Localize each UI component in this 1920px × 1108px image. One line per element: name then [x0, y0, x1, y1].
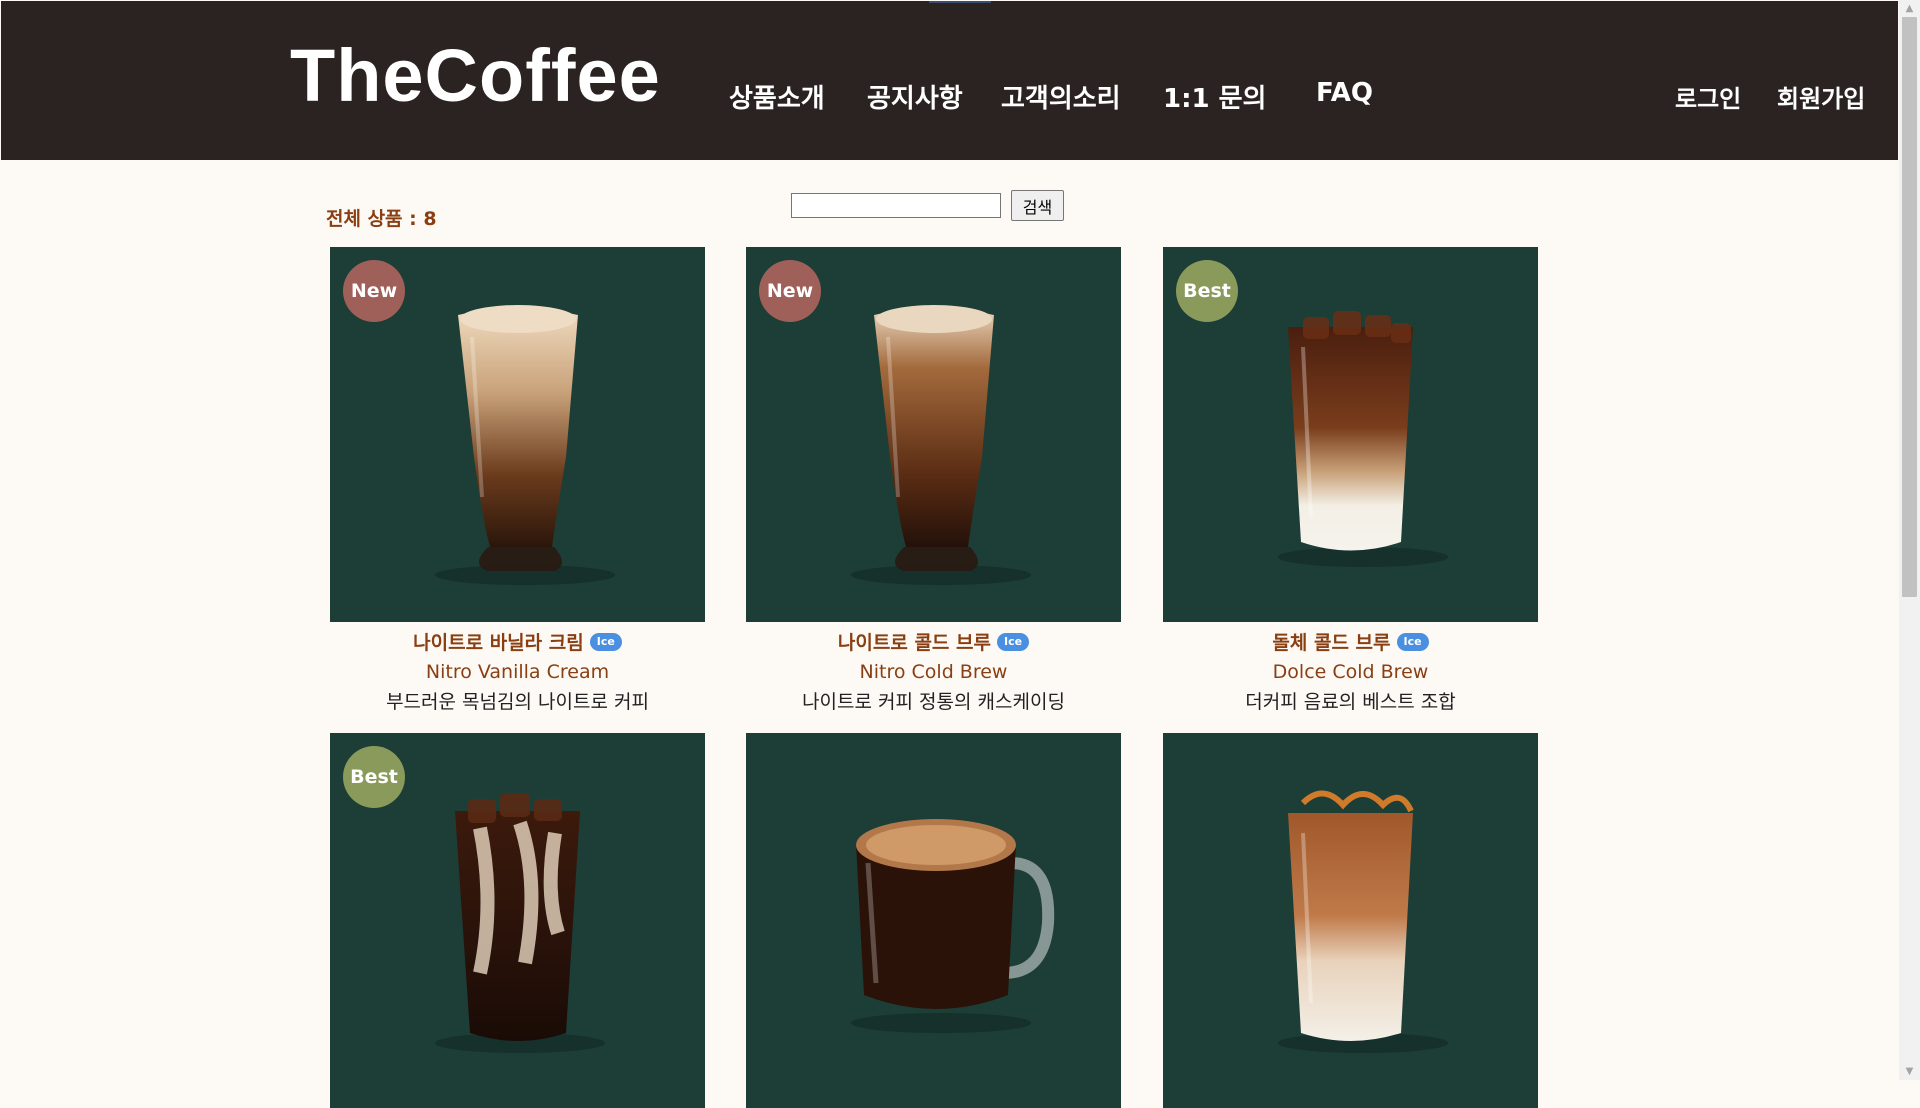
hot-coffee-mug-illustration [851, 819, 1055, 1033]
nav-inquiry[interactable]: 1:1 문의 [1163, 78, 1266, 115]
iced-caramel-latte-illustration [1278, 790, 1448, 1053]
product-image[interactable]: Best [1163, 247, 1538, 622]
product-name-text: 나이트로 콜드 브루 [837, 632, 991, 654]
header-accent-line [929, 1, 991, 3]
ice-tag: Ice [1396, 632, 1429, 651]
login-link[interactable]: 로그인 [1675, 79, 1741, 114]
product-card[interactable] [1163, 733, 1538, 1108]
vertical-scrollbar[interactable]: ▲ ▼ [1899, 0, 1920, 1080]
nav-faq[interactable]: FAQ [1316, 78, 1373, 108]
nav-notice[interactable]: 공지사항 [867, 78, 963, 115]
nav-products[interactable]: 상품소개 [729, 78, 825, 115]
best-badge: Best [1176, 260, 1238, 322]
product-english-name: Nitro Vanilla Cream [425, 661, 610, 683]
site-header: TheCoffee 상품소개 공지사항 고객의소리 1:1 문의 FAQ 로그인… [1, 1, 1898, 160]
scroll-up-arrow-icon[interactable]: ▲ [1899, 0, 1920, 17]
total-products-label: 전체 상품 : 8 [326, 208, 437, 230]
product-card[interactable]: Best [330, 733, 705, 1108]
product-description: 더커피 음료의 베스트 조합 [1245, 691, 1456, 713]
product-image[interactable] [1163, 733, 1538, 1108]
product-image[interactable]: New [746, 247, 1121, 622]
search-button[interactable]: 검색 [1011, 190, 1064, 221]
product-name-text: 나이트로 바닐라 크림 [413, 632, 584, 654]
product-english-name: Dolce Cold Brew [1272, 661, 1429, 683]
product-name-text: 돌체 콜드 브루 [1272, 632, 1391, 654]
product-description: 나이트로 커피 정통의 캐스케이딩 [802, 691, 1065, 713]
product-card[interactable]: New 나이트로 콜드 브루 Ice Nitro Cold Brew 나이트로 … [746, 247, 1121, 714]
nav-customer-voice[interactable]: 고객의소리 [1001, 78, 1121, 115]
product-card[interactable] [746, 733, 1121, 1108]
ice-tag: Ice [589, 632, 622, 651]
product-name[interactable]: 나이트로 바닐라 크림 Ice [330, 628, 705, 655]
search-input[interactable] [791, 193, 1001, 218]
product-name[interactable]: 돌체 콜드 브루 Ice [1163, 628, 1538, 655]
product-image[interactable]: Best [330, 733, 705, 1108]
scrollbar-thumb[interactable] [1902, 17, 1917, 597]
product-name[interactable]: 나이트로 콜드 브루 Ice [746, 628, 1121, 655]
product-description: 부드러운 목넘김의 나이트로 커피 [386, 691, 649, 713]
new-badge: New [343, 260, 405, 322]
signup-link[interactable]: 회원가입 [1777, 79, 1865, 114]
new-badge: New [759, 260, 821, 322]
product-card[interactable]: New 나이트로 바닐라 크림 Ice Nitro Vanilla Cream … [330, 247, 705, 714]
ice-tag: Ice [997, 632, 1030, 651]
product-card[interactable]: Best 돌체 콜드 브루 Ice Dolce Cold Brew 더커피 음료… [1163, 247, 1538, 714]
scroll-down-arrow-icon[interactable]: ▼ [1899, 1063, 1920, 1080]
product-image[interactable] [746, 733, 1121, 1108]
site-logo[interactable]: TheCoffee [290, 39, 661, 113]
product-image[interactable]: New [330, 247, 705, 622]
best-badge: Best [343, 746, 405, 808]
product-english-name: Nitro Cold Brew [859, 661, 1008, 683]
